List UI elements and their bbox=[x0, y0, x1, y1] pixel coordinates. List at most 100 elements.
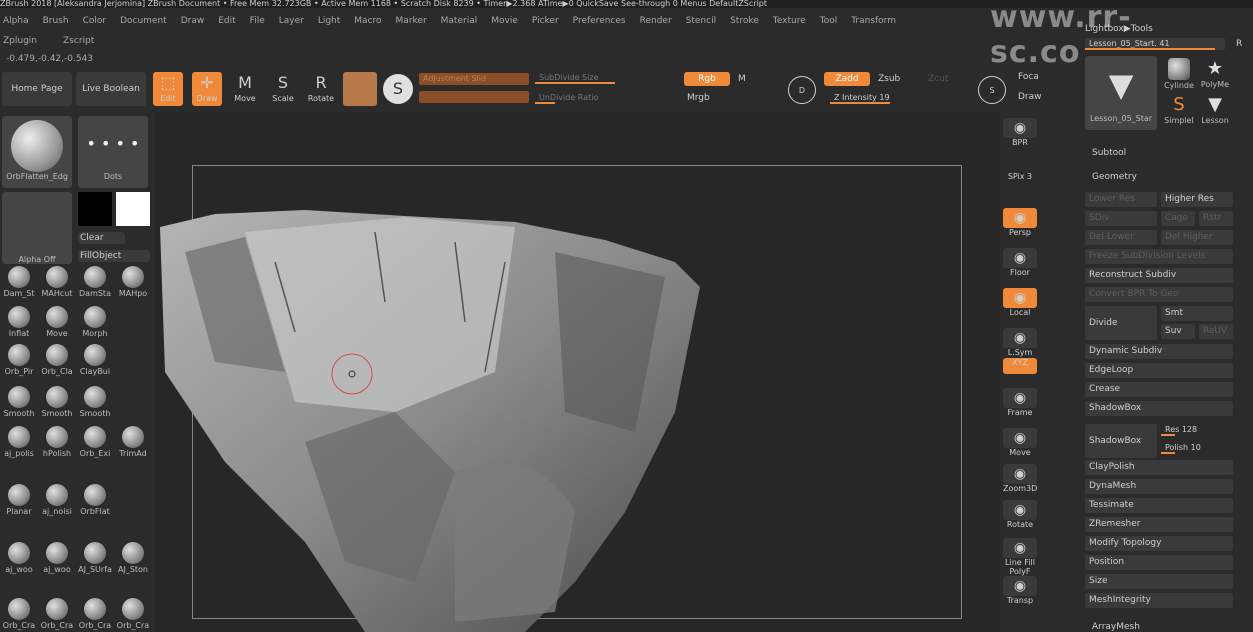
brush-item[interactable]: Smooth bbox=[38, 386, 76, 418]
brush-item[interactable]: Orb_Cra bbox=[0, 598, 38, 630]
menu-color[interactable]: Color bbox=[83, 16, 107, 26]
brush-item[interactable]: Orb_Cla bbox=[38, 344, 76, 376]
geo-edgeloop[interactable]: EdgeLoop bbox=[1085, 363, 1233, 378]
menu-zplugin[interactable]: Zplugin bbox=[3, 36, 37, 46]
geo-dynamic-subdiv[interactable]: Dynamic Subdiv bbox=[1085, 344, 1233, 359]
brush-item[interactable]: Dam_St bbox=[0, 266, 38, 298]
rightbar-transp[interactable]: ◉ Transp bbox=[1003, 576, 1037, 608]
arraymesh-header[interactable]: ArrayMesh bbox=[1092, 622, 1140, 632]
menu-alpha[interactable]: Alpha bbox=[3, 16, 29, 26]
shadowbox-res-slider[interactable]: Res 128 bbox=[1161, 424, 1233, 436]
brush-item[interactable]: Planar bbox=[0, 484, 38, 516]
reconstruct-subdiv-button[interactable]: Reconstruct Subdiv bbox=[1085, 268, 1233, 283]
menu-edit[interactable]: Edit bbox=[218, 16, 235, 26]
home-page-button[interactable]: Home Page bbox=[2, 72, 72, 106]
brush-item[interactable]: Smooth bbox=[76, 386, 114, 418]
brush-item[interactable]: hPolish bbox=[38, 426, 76, 458]
geo-meshintegrity[interactable]: MeshIntegrity bbox=[1085, 593, 1233, 608]
m-button[interactable]: M bbox=[738, 74, 746, 84]
geo-dynamesh[interactable]: DynaMesh bbox=[1085, 479, 1233, 494]
zadd-button[interactable]: Zadd bbox=[824, 72, 870, 86]
geo-claypolish[interactable]: ClayPolish bbox=[1085, 460, 1233, 475]
geo-size[interactable]: Size bbox=[1085, 574, 1233, 589]
geo-zremesher[interactable]: ZRemesher bbox=[1085, 517, 1233, 532]
mrgb-button[interactable]: Mrgb bbox=[687, 93, 710, 103]
cage-button[interactable]: Cage bbox=[1161, 211, 1195, 226]
brush-item[interactable]: aj_woo bbox=[38, 542, 76, 574]
rightbar-local[interactable]: ◉ Local bbox=[1003, 288, 1037, 320]
menu-preferences[interactable]: Preferences bbox=[573, 16, 626, 26]
rightbar-frame[interactable]: ◉ Frame bbox=[1003, 388, 1037, 420]
brush-item[interactable]: Move bbox=[38, 306, 76, 338]
rightbar-l-sym[interactable]: ◉ L.Sym bbox=[1003, 328, 1037, 360]
menu-layer[interactable]: Layer bbox=[279, 16, 304, 26]
brush-item[interactable]: MAHpo bbox=[114, 266, 152, 298]
del-lower-button[interactable]: Del Lower bbox=[1085, 230, 1157, 245]
rightbar-bpr[interactable]: ◉ BPR bbox=[1003, 118, 1037, 150]
viewport-canvas[interactable] bbox=[155, 112, 1000, 632]
reuv-toggle[interactable]: ReUV bbox=[1199, 324, 1233, 339]
draw-size-slider[interactable]: Draw bbox=[1018, 92, 1042, 102]
clear-button[interactable]: Clear bbox=[78, 232, 125, 244]
rgb-button[interactable]: Rgb bbox=[684, 72, 730, 86]
undivide-ratio-slider[interactable]: UnDivide Ratio bbox=[535, 92, 670, 104]
menu-brush[interactable]: Brush bbox=[43, 16, 69, 26]
tool-thumb-lesson[interactable]: ▼ Lesson_05_Star bbox=[1085, 56, 1157, 130]
sculpt-model[interactable] bbox=[155, 112, 1000, 632]
move-button[interactable]: M Move bbox=[230, 72, 260, 106]
menu-macro[interactable]: Macro bbox=[354, 16, 381, 26]
secondary-color-swatch[interactable] bbox=[116, 192, 150, 226]
tool-thumb-simplebrush[interactable]: S SimpleI bbox=[1160, 94, 1198, 125]
menu-marker[interactable]: Marker bbox=[396, 16, 427, 26]
brush-item[interactable]: Morph bbox=[76, 306, 114, 338]
r-button[interactable]: R bbox=[1236, 39, 1242, 49]
geo-position[interactable]: Position bbox=[1085, 555, 1233, 570]
menu-file[interactable]: File bbox=[250, 16, 265, 26]
menu-stencil[interactable]: Stencil bbox=[686, 16, 716, 26]
rightbar-line-fill-polyf[interactable]: ◉ Line Fill PolyF bbox=[1003, 538, 1037, 576]
rightbar-persp[interactable]: ◉ Persp bbox=[1003, 208, 1037, 240]
brush-item[interactable]: aj_woo bbox=[0, 542, 38, 574]
z-intensity-slider[interactable]: Z Intensity 19 bbox=[830, 92, 970, 104]
rotate-button[interactable]: R Rotate bbox=[306, 72, 336, 106]
smt-toggle[interactable]: Smt bbox=[1161, 306, 1233, 321]
brush-item[interactable]: AJ_SUrfa bbox=[76, 542, 114, 574]
zcut-button[interactable]: Zcut bbox=[928, 74, 948, 84]
convert-bpr-button[interactable]: Convert BPR To Geo bbox=[1085, 287, 1233, 302]
shadowbox-button[interactable]: ShadowBox bbox=[1085, 424, 1157, 458]
menu-render[interactable]: Render bbox=[640, 16, 672, 26]
brush-item[interactable]: OrbFlat bbox=[76, 484, 114, 516]
current-tool-slider[interactable]: Lesson_05_Start. 41 bbox=[1085, 38, 1225, 50]
edit-button[interactable]: ⬚ Edit bbox=[153, 72, 183, 106]
rightbar-rotate[interactable]: ◉ Rotate bbox=[1003, 500, 1037, 532]
tool-thumb-lesson-2[interactable]: ▼ Lesson bbox=[1196, 94, 1234, 125]
spotlight-icon[interactable]: S bbox=[383, 74, 413, 104]
brush-item[interactable]: Orb_Cra bbox=[114, 598, 152, 630]
brush-item[interactable]: aj_polis bbox=[0, 426, 38, 458]
draw-button[interactable]: ✛ Draw bbox=[192, 72, 222, 106]
brush-item[interactable]: Inflat bbox=[0, 306, 38, 338]
del-higher-button[interactable]: Del Higher bbox=[1161, 230, 1233, 245]
rightbar-spix-3[interactable]: SPix 3 bbox=[1003, 172, 1037, 188]
menu-picker[interactable]: Picker bbox=[532, 16, 559, 26]
brush-item[interactable]: TrimAd bbox=[114, 426, 152, 458]
stroke-type[interactable]: • • • • Dots bbox=[78, 116, 148, 188]
rightbar-xyz[interactable]: XYZ bbox=[1003, 358, 1037, 374]
zsub-button[interactable]: Zsub bbox=[878, 74, 900, 84]
brush-item[interactable]: aj_noisi bbox=[38, 484, 76, 516]
menu-material[interactable]: Material bbox=[441, 16, 478, 26]
brush-item[interactable]: Orb_Pir bbox=[0, 344, 38, 376]
alpha-selector[interactable]: Alpha Off bbox=[2, 192, 72, 264]
geometry-header[interactable]: Geometry bbox=[1092, 172, 1137, 182]
geo-shadowbox[interactable]: ShadowBox bbox=[1085, 401, 1233, 416]
geo-tessimate[interactable]: Tessimate bbox=[1085, 498, 1233, 513]
menu-draw[interactable]: Draw bbox=[181, 16, 205, 26]
focal-shift-slider[interactable]: Foca bbox=[1018, 72, 1039, 82]
live-boolean-button[interactable]: Live Boolean bbox=[76, 72, 146, 106]
brush-item[interactable]: Smooth bbox=[0, 386, 38, 418]
brush-item[interactable]: Orb_Exi bbox=[76, 426, 114, 458]
menu-movie[interactable]: Movie bbox=[491, 16, 518, 26]
lower-res-button[interactable]: Lower Res bbox=[1085, 192, 1157, 207]
menu-texture[interactable]: Texture bbox=[773, 16, 806, 26]
menu-tool[interactable]: Tool bbox=[820, 16, 837, 26]
